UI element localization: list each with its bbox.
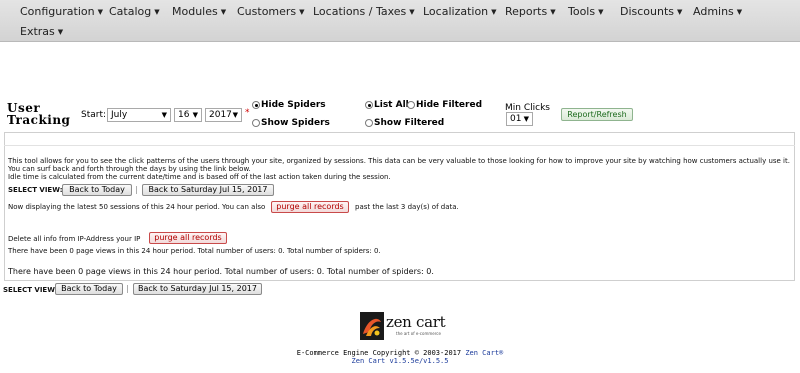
radio-unselected-icon: [407, 101, 415, 109]
menu-tools[interactable]: Tools ▼: [568, 5, 604, 18]
radio-unselected-icon: [365, 119, 373, 127]
show-filtered-radio[interactable]: Show Filtered: [365, 118, 444, 128]
radio-unselected-icon: [252, 119, 260, 127]
bottom-select-view-label: SELECT VIEW:: [3, 286, 58, 294]
dropdown-arrow-icon: ▼: [232, 111, 238, 119]
menu-configuration[interactable]: Configuration ▼: [20, 5, 103, 18]
purge-all-records-button[interactable]: purge all records: [271, 201, 349, 213]
menu-extras[interactable]: Extras ▼: [20, 25, 63, 38]
dropdown-arrow-icon: ▼: [523, 115, 529, 123]
report-refresh-button[interactable]: Report/Refresh: [561, 108, 633, 121]
copyright-line: E-Commerce Engine Copyright © 2003-2017 …: [0, 349, 800, 357]
stats-small: There have been 0 page views in this 24 …: [8, 247, 381, 255]
min-clicks-value: 01: [510, 114, 522, 124]
hide-filtered-radio[interactable]: Hide Filtered: [407, 100, 482, 110]
copyright-text: E-Commerce Engine Copyright © 2003-2017: [296, 349, 462, 357]
list-all-radio[interactable]: List All: [365, 100, 409, 110]
show-spiders-label: Show Spiders: [261, 118, 330, 128]
year-value: 2017: [209, 110, 232, 120]
min-clicks-select[interactable]: 01 ▼: [506, 112, 533, 126]
chevron-down-icon: ▼: [677, 8, 683, 16]
chevron-down-icon: ▼: [409, 8, 415, 16]
logo-tagline: the art of e-commerce: [396, 331, 441, 336]
month-value: July: [111, 110, 128, 120]
menu-discounts[interactable]: Discounts ▼: [620, 5, 682, 18]
zen-cart-link[interactable]: Zen Cart®: [465, 349, 503, 357]
bottom-separator: |: [126, 284, 129, 293]
menu-localization[interactable]: Localization ▼: [423, 5, 497, 18]
back-to-date-button[interactable]: Back to Saturday Jul 15, 2017: [142, 184, 274, 196]
chevron-down-icon: ▼: [97, 8, 103, 16]
intro-text-3: Idle time is calculated from the current…: [8, 173, 391, 181]
divider: [4, 145, 795, 146]
intro-text-1: This tool allows for you to see the clic…: [8, 157, 790, 165]
chevron-down-icon: ▼: [154, 8, 160, 16]
intro-text-2: You can surf back and forth through the …: [8, 165, 251, 173]
show-filtered-label: Show Filtered: [374, 118, 445, 128]
bottom-back-to-date-button[interactable]: Back to Saturday Jul 15, 2017: [133, 283, 262, 295]
select-view-label: SELECT VIEW:: [8, 186, 63, 194]
displaying-text: Now displaying the latest 50 sessions of…: [8, 203, 266, 211]
version-link[interactable]: Zen Cart v1.5.5e/v1.5.5: [352, 357, 449, 365]
month-select[interactable]: July ▼: [107, 108, 171, 122]
logo-wordmark: zen cart: [386, 313, 446, 331]
menu-customers[interactable]: Customers ▼: [237, 5, 305, 18]
dropdown-arrow-icon: ▼: [192, 111, 198, 119]
chevron-down-icon: ▼: [736, 8, 743, 16]
version-line: Zen Cart v1.5.5e/v1.5.5: [0, 357, 800, 365]
year-select[interactable]: 2017 ▼: [205, 108, 242, 122]
menu-reports[interactable]: Reports ▼: [505, 5, 556, 18]
dropdown-arrow-icon: ▼: [161, 111, 167, 119]
list-all-label: List All: [374, 100, 409, 110]
radio-selected-icon: [252, 101, 260, 109]
admin-menu-bar: Configuration ▼ Catalog ▼ Modules ▼ Custome…: [0, 0, 800, 42]
page-title-line2: Tracking: [7, 113, 71, 127]
displaying-text-post: past the last 3 day(s) of data.: [355, 203, 459, 211]
menu-admins[interactable]: Admins ▼: [693, 5, 742, 18]
zen-cart-logo-icon: [360, 312, 384, 340]
menu-locations-taxes[interactable]: Locations / Taxes ▼: [313, 5, 415, 18]
stats-summary: There have been 0 page views in this 24 …: [8, 267, 434, 276]
chevron-down-icon: ▼: [57, 28, 64, 36]
chevron-down-icon: ▼: [550, 8, 556, 16]
hide-spiders-label: Hide Spiders: [261, 100, 326, 110]
day-value: 16: [178, 110, 190, 120]
chevron-down-icon: ▼: [598, 8, 604, 16]
hide-spiders-radio[interactable]: Hide Spiders: [252, 100, 326, 110]
start-label: Start:: [81, 110, 107, 120]
show-spiders-radio[interactable]: Show Spiders: [252, 118, 330, 128]
back-to-today-button[interactable]: Back to Today: [62, 184, 132, 196]
menu-catalog[interactable]: Catalog ▼: [109, 5, 160, 18]
day-select[interactable]: 16 ▼: [174, 108, 202, 122]
bottom-back-to-today-button[interactable]: Back to Today: [55, 283, 123, 295]
purge-ip-records-button[interactable]: purge all records: [149, 232, 227, 244]
zen-cart-logo: zen cart the art of e-commerce: [360, 312, 446, 342]
chevron-down-icon: ▼: [220, 8, 227, 16]
menu-modules[interactable]: Modules ▼: [172, 5, 226, 18]
chevron-down-icon: ▼: [299, 8, 305, 16]
hide-filtered-label: Hide Filtered: [416, 100, 483, 110]
separator: |: [135, 185, 138, 194]
required-mark: *: [245, 108, 250, 118]
delete-ip-label: Delete all info from IP-Address your IP: [8, 235, 141, 243]
radio-selected-icon: [365, 101, 373, 109]
chevron-down-icon: ▼: [491, 8, 497, 16]
